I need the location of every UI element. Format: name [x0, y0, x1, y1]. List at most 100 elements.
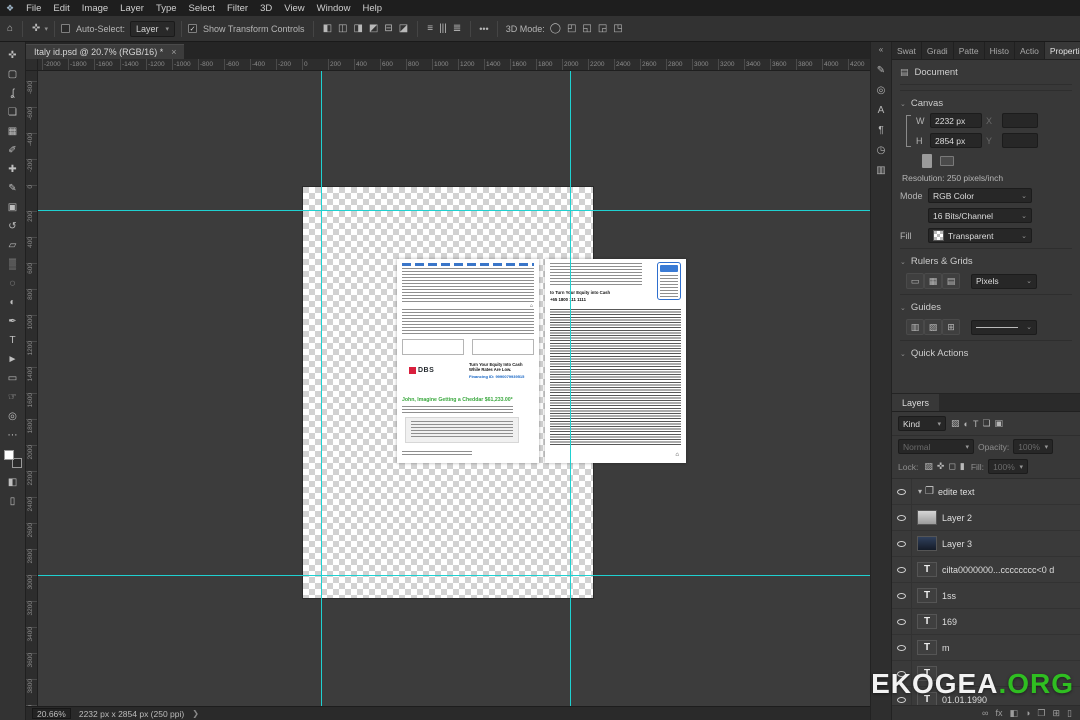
landscape-orientation-icon[interactable] [940, 156, 954, 166]
layer-effects-icon[interactable]: fx [995, 708, 1002, 718]
menu-type[interactable]: Type [150, 3, 183, 14]
color-mode-select[interactable]: RGB Color ⌄ [928, 188, 1032, 203]
layer-mask-icon[interactable]: ◧ [1009, 708, 1018, 719]
guide-horizontal[interactable] [38, 575, 870, 576]
auto-select-checkbox[interactable] [60, 24, 70, 33]
menu-file[interactable]: File [20, 3, 47, 14]
quick-mask-button[interactable]: ◧ [2, 473, 24, 492]
distribute-spacing-icon[interactable]: ≣ [450, 23, 464, 34]
vertical-ruler[interactable]: -800 -600 -400 -200 0 200 400 600 800 1000 1200 140… [26, 71, 38, 706]
layer-row[interactable]: Layer 2 [892, 505, 1080, 531]
path-selection-tool[interactable]: ► [2, 350, 24, 369]
filter-shape-layers-icon[interactable]: ❏ [980, 418, 992, 429]
document-tab[interactable]: Italy id.psd @ 20.7% (RGB/16) * × [26, 44, 185, 59]
document-viewport[interactable]: ⌂ DBS Turn Your Equity Into Cash While R… [38, 71, 870, 706]
visibility-toggle[interactable] [892, 531, 912, 556]
letter-front-page[interactable]: ⌂ DBS Turn Your Equity Into Cash While R… [397, 259, 539, 463]
new-layer-icon[interactable]: ⊞ [1053, 708, 1061, 719]
layer-row[interactable]: Tcilta0000000...cccccccc<0 d [892, 557, 1080, 583]
lasso-tool[interactable]: ʆ [2, 84, 24, 103]
tab-actio[interactable]: Actio [1015, 42, 1045, 59]
layer-row[interactable]: T 01.01.1990 [892, 687, 1080, 705]
object-selection-tool[interactable]: ❏ [2, 103, 24, 122]
screen-mode-button[interactable]: ▯ [2, 492, 24, 511]
align-bottom-icon[interactable]: ◪ [396, 23, 411, 34]
ruler-icon[interactable]: ▭ [906, 273, 924, 289]
filter-adjustment-layers-icon[interactable]: ◐ [962, 419, 971, 429]
link-layers-icon[interactable]: ∞ [982, 708, 988, 718]
filter-pixel-layers-icon[interactable]: ▨ [949, 418, 962, 429]
canvas-fill-select[interactable]: Transparent ⌄ [928, 228, 1032, 243]
hand-tool[interactable]: ☞ [2, 388, 24, 407]
layer-row[interactable]: T 1ss [892, 583, 1080, 609]
close-icon[interactable]: × [171, 47, 176, 57]
section-quick-actions[interactable]: ⌄ Quick Actions [900, 340, 1072, 363]
letter-back-page[interactable]: to Turn Your Equity into Cash +65 1800 1… [545, 259, 686, 463]
distribute-horizontal-icon[interactable]: ||| [436, 23, 450, 34]
healing-brush-tool[interactable]: ✚ [2, 160, 24, 179]
3d-drag-icon[interactable]: ◱ [579, 23, 594, 34]
expand-panels-icon[interactable]: « [879, 45, 883, 54]
bit-depth-select[interactable]: 16 Bits/Channel ⌄ [928, 208, 1032, 223]
layer-row[interactable]: Layer 3 [892, 531, 1080, 557]
layer-row[interactable]: ▾ ❐ edite text [892, 479, 1080, 505]
menu-layer[interactable]: Layer [114, 3, 150, 14]
shape-tool[interactable]: ▭ [2, 369, 24, 388]
layer-fill-field[interactable]: 100% ▾ [988, 459, 1029, 474]
character-panel-icon[interactable]: A [872, 100, 890, 120]
blur-tool[interactable]: ◌ [2, 274, 24, 293]
type-tool[interactable]: T [2, 331, 24, 350]
guide-vertical[interactable] [321, 71, 322, 706]
auto-select-target-dropdown[interactable]: Layer ▾ [129, 20, 176, 37]
width-field[interactable]: 2232 px [930, 113, 982, 128]
3d-rotate-icon[interactable]: ◯ [547, 23, 564, 34]
ruler-origin[interactable] [26, 59, 38, 71]
eraser-tool[interactable]: ▱ [2, 236, 24, 255]
menu-edit[interactable]: Edit [47, 3, 75, 14]
tab-patte[interactable]: Patte [954, 42, 985, 59]
pen-tool[interactable]: ✒ [2, 312, 24, 331]
lock-transparent-icon[interactable]: ▨ [922, 461, 935, 472]
section-canvas[interactable]: ⌄ Canvas [900, 90, 1072, 113]
show-transform-controls-checkbox[interactable]: ✓ [188, 24, 198, 33]
3d-slide-icon[interactable]: ◲ [595, 23, 610, 34]
visibility-toggle[interactable] [892, 479, 912, 504]
grid-settings-icon[interactable]: ▤ [942, 273, 960, 289]
blend-mode-select[interactable]: Normal ▾ [898, 439, 974, 454]
3d-roll-icon[interactable]: ◰ [564, 23, 579, 34]
visibility-toggle[interactable] [892, 687, 912, 705]
menu-filter[interactable]: Filter [221, 3, 254, 14]
chevron-down-icon[interactable]: ▾ [918, 487, 922, 496]
section-guides[interactable]: ⌄ Guides [900, 294, 1072, 317]
foreground-color-swatch[interactable] [3, 450, 14, 460]
section-rulers-grids[interactable]: ⌄ Rulers & Grids [900, 248, 1072, 271]
layer-row[interactable]: T [892, 661, 1080, 687]
home-icon[interactable]: ⌂ [4, 23, 16, 34]
align-left-icon[interactable]: ◧ [320, 23, 335, 34]
canvas-area[interactable]: -2000 -1800 -1600 -1400 -1200 -1000 -800 -600 -4… [26, 59, 870, 706]
zoom-level-field[interactable]: 20.66% [32, 708, 71, 719]
link-dimensions-icon[interactable] [906, 114, 911, 147]
portrait-orientation-icon[interactable] [922, 154, 932, 168]
tab-swat[interactable]: Swat [892, 42, 922, 59]
lock-all-icon[interactable]: ▮ [958, 461, 967, 472]
new-group-icon[interactable]: ❐ [1037, 708, 1045, 719]
align-center-horizontal-icon[interactable]: ◫ [335, 23, 350, 34]
zoom-tool[interactable]: ◎ [2, 407, 24, 426]
dodge-tool[interactable]: ◐ [2, 293, 24, 312]
history-brush-tool[interactable]: ↺ [2, 217, 24, 236]
visibility-toggle[interactable] [892, 583, 912, 608]
filter-smart-objects-icon[interactable]: ▣ [993, 418, 1006, 429]
timeline-panel-icon[interactable]: ◷ [872, 140, 890, 160]
gradient-tool[interactable]: ▒ [2, 255, 24, 274]
grid-icon[interactable]: ▦ [924, 273, 942, 289]
tab-properties[interactable]: Properties [1044, 42, 1080, 59]
paragraph-panel-icon[interactable]: ¶ [872, 120, 890, 140]
clear-guides-icon[interactable]: ⊞ [942, 319, 960, 335]
align-center-vertical-icon[interactable]: ⊟ [381, 23, 395, 34]
tab-layers[interactable]: Layers [892, 394, 940, 411]
guide-horizontal[interactable] [38, 210, 870, 211]
menu-view[interactable]: View [278, 3, 310, 14]
menu-3d[interactable]: 3D [254, 3, 278, 14]
layer-row[interactable]: T 169 [892, 609, 1080, 635]
